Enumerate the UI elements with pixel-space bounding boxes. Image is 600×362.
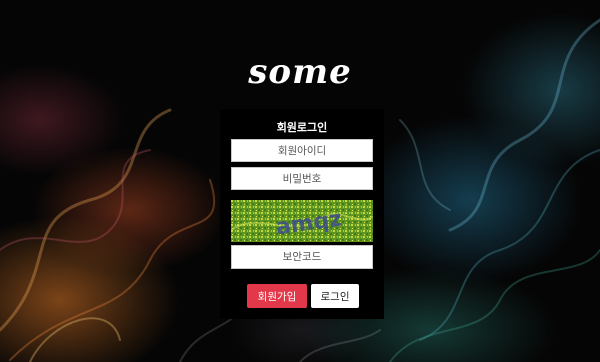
captcha-code-input[interactable]: [231, 245, 373, 269]
brand-logo[interactable]: some: [0, 52, 600, 92]
login-panel: 회원로그인 amqz 회원가입 로: [220, 109, 384, 319]
captcha-image: amqz: [231, 200, 373, 242]
captcha-graphic: amqz: [231, 200, 373, 242]
signup-button[interactable]: 회원가입: [247, 284, 307, 308]
login-title: 회원로그인: [276, 121, 328, 134]
password-input[interactable]: [231, 167, 373, 190]
login-button[interactable]: 로그인: [311, 284, 359, 308]
member-id-input[interactable]: [231, 139, 373, 162]
login-page: some 회원로그인 amqz: [0, 0, 600, 362]
